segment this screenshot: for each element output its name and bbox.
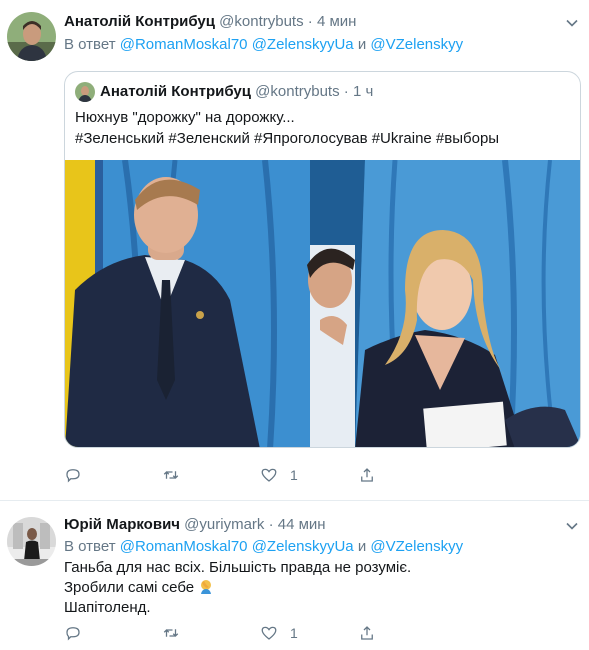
timestamp[interactable]: 44 мин — [278, 516, 326, 533]
avatar[interactable] — [7, 12, 56, 61]
quoted-author-name: Анатолій Контрибуц — [100, 83, 251, 100]
share-button[interactable] — [358, 465, 376, 485]
avatar[interactable] — [7, 517, 56, 566]
reply-icon — [66, 627, 80, 641]
retweet-icon — [163, 471, 179, 479]
share-icon — [361, 626, 373, 640]
author-name[interactable]: Анатолій Контрибуц — [64, 13, 215, 30]
mention-link[interactable]: @RomanMoskal70 — [120, 36, 248, 53]
mention-link[interactable]: @RomanMoskal70 — [120, 538, 248, 555]
mention-link[interactable]: @ZelenskyyUa — [252, 36, 354, 53]
tweet-actions: 1 — [64, 623, 384, 643]
mention-link[interactable]: @ZelenskyyUa — [252, 538, 354, 555]
tweet-text-line: Шапітоленд. — [64, 599, 151, 616]
heart-icon — [261, 468, 277, 482]
quoted-hashtags: #Зеленський #Зеленский #Япроголосував #U… — [75, 130, 500, 147]
reply-button[interactable] — [64, 465, 82, 485]
heart-icon — [261, 626, 277, 640]
reply-context: В ответ @RomanMoskal70 @ZelenskyyUa и @V… — [64, 537, 463, 557]
avatar — [75, 82, 95, 102]
like-count: 1 — [290, 467, 298, 483]
quoted-photo[interactable] — [65, 159, 580, 447]
tweet-reply-2[interactable]: Юрій Маркович @yuriymark · 44 мин В отве… — [0, 500, 589, 650]
separator-dot: · — [268, 516, 274, 533]
chevron-down-icon[interactable] — [565, 16, 579, 30]
quoted-tweet[interactable]: Анатолій Контрибуц @kontrybuts · 1 ч Нюх… — [64, 71, 581, 448]
quoted-text-line: Нюхнув "дорожку" на дорожку... — [75, 109, 295, 126]
share-button[interactable] — [358, 623, 376, 643]
tweet-text-line: Ганьба для нас всіх. Більшість правда не… — [64, 559, 412, 576]
reply-context: В ответ @RomanMoskal70 @ZelenskyyUa и @V… — [64, 35, 463, 55]
quoted-tweet-text: Нюхнув "дорожку" на дорожку... #Зеленськ… — [75, 108, 565, 150]
share-icon — [361, 468, 373, 482]
author-name[interactable]: Юрій Маркович — [64, 516, 180, 533]
mention-link[interactable]: @VZelenskyy — [370, 538, 463, 555]
reply-icon — [66, 469, 80, 483]
chevron-down-icon[interactable] — [565, 519, 579, 533]
like-button[interactable]: 1 — [260, 465, 298, 485]
reply-prefix: В ответ — [64, 538, 116, 555]
mention-link[interactable]: @VZelenskyy — [370, 36, 463, 53]
like-button[interactable]: 1 — [260, 623, 298, 643]
tweet-text-line: Зробили самі себе — [64, 578, 411, 598]
reply-button[interactable] — [64, 623, 82, 643]
author-handle[interactable]: @yuriymark — [184, 516, 264, 533]
tweet-reply-1[interactable]: Анатолій Контрибуц @kontrybuts · 4 мин В… — [0, 0, 589, 500]
retweet-icon — [163, 629, 179, 637]
quoted-timestamp: 1 ч — [352, 83, 374, 100]
timestamp[interactable]: 4 мин — [317, 13, 357, 30]
reply-prefix: В ответ — [64, 36, 116, 53]
facepalm-emoji-icon — [198, 578, 214, 594]
author-handle[interactable]: @kontrybuts — [219, 13, 303, 30]
and-word: и — [357, 36, 367, 53]
tweet-actions: 1 — [64, 465, 384, 485]
and-word: и — [357, 538, 367, 555]
retweet-button[interactable] — [162, 623, 180, 643]
separator-dot: · — [343, 83, 349, 100]
separator-dot: · — [307, 13, 313, 30]
tweet-text: Ганьба для нас всіх. Більшість правда не… — [64, 558, 411, 618]
quoted-author-handle: @kontrybuts — [255, 83, 340, 100]
like-count: 1 — [290, 625, 298, 641]
retweet-button[interactable] — [162, 465, 180, 485]
